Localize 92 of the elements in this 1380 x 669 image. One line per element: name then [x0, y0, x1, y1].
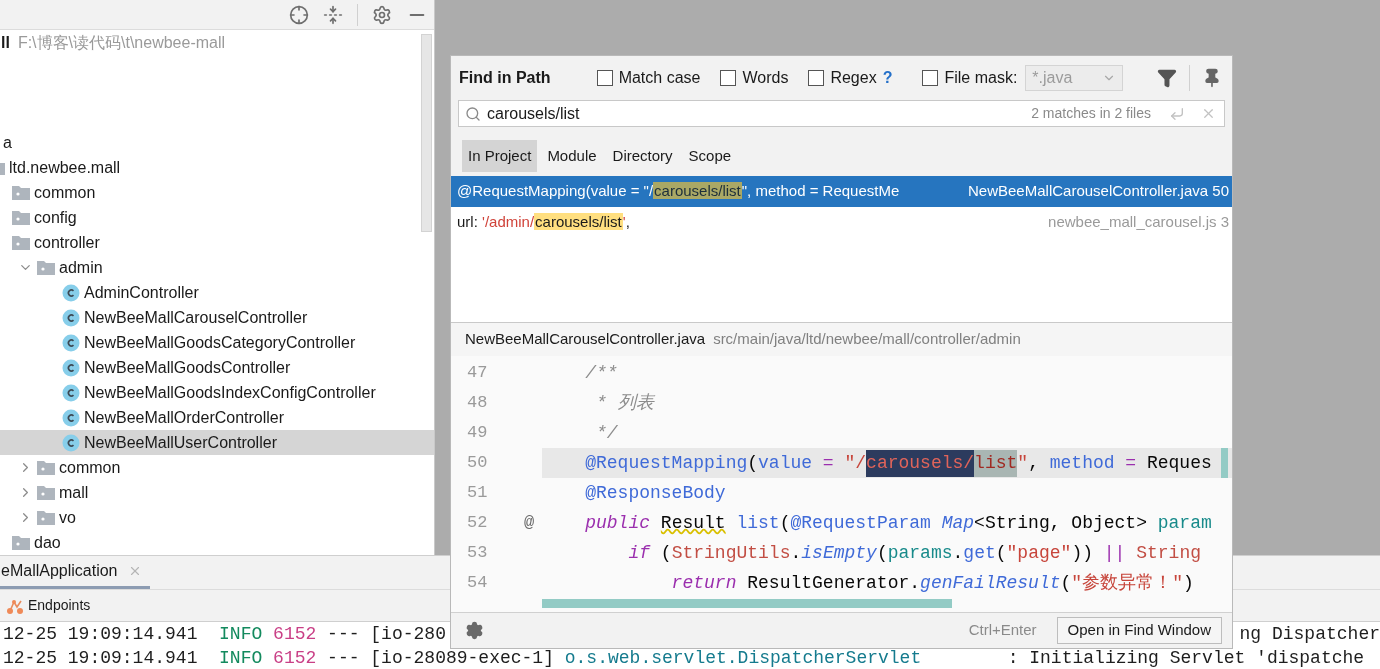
tree-item[interactable]: mall [0, 480, 434, 505]
shortcut-hint: Ctrl+Enter [968, 620, 1037, 641]
tree-label: NewBeeMallUserController [84, 432, 277, 453]
tree-label: dao [34, 532, 61, 553]
newline-icon[interactable] [1169, 105, 1185, 122]
tree-label: mall [59, 482, 89, 503]
line-number: 50 [467, 452, 489, 475]
project-path: F:\博客\读代码\t\newbee-mall [17, 33, 226, 53]
tree-item[interactable]: controller [0, 230, 434, 255]
result-row[interactable]: @RequestMapping(value = "/carousels/list", method = RequestMe NewBeeMallCarouselController.java 50 [451, 176, 1232, 207]
tree-label: NewBeeMallGoodsIndexConfigController [84, 382, 376, 403]
code-line: @ResponseBody [584, 481, 727, 505]
tree-item[interactable]: a [0, 130, 434, 155]
gutter-marker[interactable]: @ [524, 513, 535, 533]
settings-icon[interactable] [372, 4, 392, 25]
line-number: 47 [467, 362, 489, 385]
search-field[interactable]: carousels/list 2 matches in 2 files [458, 100, 1225, 127]
class-icon [62, 333, 80, 352]
filter-icon[interactable] [1157, 68, 1178, 88]
tree-label: ltd.newbee.mall [9, 157, 121, 178]
code-line: return ResultGenerator.genFailResult("参数异常！") [670, 571, 1195, 595]
option-checkbox[interactable]: Regex [808, 66, 877, 90]
tree-label: common [34, 182, 96, 203]
tree-item[interactable]: common [0, 455, 434, 480]
settings-icon[interactable] [465, 621, 484, 640]
tree-label: NewBeeMallCarouselController [84, 307, 308, 328]
line-number: 51 [467, 482, 489, 505]
code-line: if (StringUtils.isEmpty(params.get("page")) || String [627, 541, 1202, 565]
tree-item[interactable]: NewBeeMallGoodsCategoryController [0, 330, 434, 355]
tree-item[interactable]: ltd.newbee.mall [0, 155, 434, 180]
tree-item[interactable]: NewBeeMallGoodsController [0, 355, 434, 380]
collapse-icon[interactable] [323, 4, 343, 25]
tree-item[interactable]: vo [0, 505, 434, 530]
scope-tab[interactable]: Directory [606, 139, 679, 173]
tree-label: controller [34, 232, 100, 253]
tree-label: NewBeeMallGoodsCategoryController [84, 332, 356, 353]
preview-file-path: src/main/java/ltd/newbee/mall/controller/admin [713, 329, 1021, 350]
class-icon [62, 433, 80, 452]
console-line: 12-25 19:09:14.941 INFO 6152 --- [io-28089-exec-1] o.s.web.servlet.DispatcherServlet : Initializing Servlet 'dispatche [3, 647, 1365, 669]
tree-item[interactable]: admin [0, 255, 434, 280]
scope-tab[interactable]: Scope [682, 139, 738, 173]
scope-tab[interactable]: In Project [462, 139, 538, 173]
match-count: 2 matches in 2 files [1031, 104, 1151, 123]
scrollbar-thumb[interactable] [421, 34, 432, 232]
open-in-find-window-button[interactable]: Open in Find Window [1056, 617, 1222, 644]
scope-tab[interactable]: Module [541, 139, 603, 173]
endpoints-tab[interactable]: Endpoints [28, 595, 91, 616]
scrollbar-thumb[interactable] [542, 599, 952, 608]
project-name: ll [1, 33, 10, 53]
console-line: ng Dispatcher [1239, 623, 1380, 646]
line-number: 48 [467, 392, 489, 415]
tree-item[interactable]: AdminController [0, 280, 434, 305]
line-number: 53 [467, 542, 489, 565]
code-line: * 列表 [595, 391, 656, 415]
code-line: public Result list(@RequestParam Map<String, Object> param [584, 511, 1213, 535]
console-line: 12-25 19:09:14.941 INFO 6152 --- [io-280 [3, 623, 446, 646]
code-line: /** [584, 361, 619, 385]
search-icon[interactable] [465, 105, 481, 122]
tree-label: AdminController [84, 282, 199, 303]
tree-label: NewBeeMallGoodsController [84, 357, 291, 378]
tree-item[interactable]: NewBeeMallCarouselController [0, 305, 434, 330]
scrollbar-marker [1221, 448, 1228, 478]
tree-label: common [59, 457, 121, 478]
clear-icon[interactable] [1201, 106, 1216, 121]
line-number: 54 [467, 572, 489, 595]
class-icon [62, 383, 80, 402]
code-line: */ [595, 421, 619, 445]
option-checkbox[interactable]: Words [720, 66, 789, 90]
class-icon [62, 408, 80, 427]
tree-label: admin [59, 257, 103, 278]
class-icon [62, 283, 80, 302]
pin-icon[interactable] [1202, 68, 1222, 88]
option-checkbox[interactable]: Match case [596, 66, 701, 90]
locate-icon[interactable] [289, 4, 309, 25]
class-icon [62, 358, 80, 377]
tree-label: vo [59, 507, 76, 528]
class-icon [62, 308, 80, 327]
tree-item[interactable]: common [0, 180, 434, 205]
tree-label: NewBeeMallOrderController [84, 407, 285, 428]
dialog-title: Find in Path [459, 68, 552, 88]
tree-label: a [3, 132, 12, 153]
tree-item[interactable]: dao [0, 530, 434, 555]
preview-file-name: NewBeeMallCarouselController.java [465, 329, 706, 350]
tree-item[interactable]: NewBeeMallGoodsIndexConfigController [0, 380, 434, 405]
line-number: 52 [467, 512, 489, 535]
line-number: 49 [467, 422, 489, 445]
result-row[interactable]: url: '/admin/carousels/list', newbee_mall_carousel.js 3 [451, 207, 1232, 238]
help-link[interactable]: ? [882, 66, 893, 90]
tree-label: config [34, 207, 77, 228]
tree-item[interactable]: config [0, 205, 434, 230]
tree-item[interactable]: NewBeeMallUserController [0, 430, 434, 455]
tree-item[interactable]: NewBeeMallOrderController [0, 405, 434, 430]
